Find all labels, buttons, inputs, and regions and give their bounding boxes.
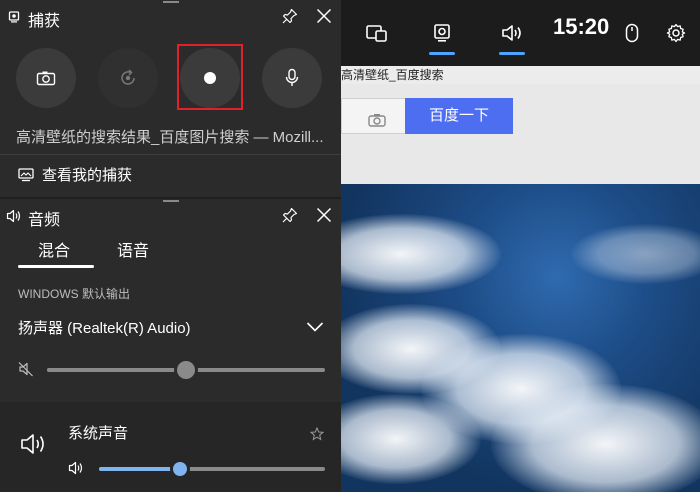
master-volume-slider[interactable] <box>47 361 325 379</box>
mouse-icon <box>625 23 639 43</box>
close-icon[interactable] <box>316 8 332 24</box>
pin-icon[interactable] <box>282 207 298 223</box>
active-indicator <box>429 52 455 55</box>
mouse-button[interactable] <box>607 0 657 66</box>
search-bar-row: 百度一下 <box>341 94 700 138</box>
settings-gear-icon <box>666 23 686 43</box>
baidu-search-button[interactable]: 百度一下 <box>405 98 513 134</box>
audio-widget-icon <box>502 25 521 41</box>
capture-widget-button[interactable] <box>417 0 467 66</box>
capture-widget: 捕获 高清壁纸的搜索结果_百度图片搜索 — Mozill... 查看我的捕获 <box>0 0 341 197</box>
app-volume-speaker-icon[interactable] <box>68 461 84 475</box>
muted-speaker-icon[interactable] <box>18 361 34 377</box>
divider <box>0 154 341 155</box>
app-volume-thumb[interactable] <box>173 462 188 476</box>
record-last-30s-icon <box>121 69 135 85</box>
microphone-button[interactable] <box>262 48 322 108</box>
system-sounds-speaker-icon <box>21 434 44 454</box>
audio-widget: 音频 混合 语音 WINDOWS 默认输出 扬声器 (Realtek(R) Au… <box>0 199 341 492</box>
capture-widget-title: 捕获 <box>28 13 61 30</box>
active-indicator <box>499 52 525 55</box>
master-volume-fill <box>47 368 186 372</box>
record-last-30s-button[interactable] <box>98 48 158 108</box>
screenshot-button[interactable] <box>16 48 76 108</box>
audio-widget-title: 音频 <box>28 212 61 229</box>
speaker-small-icon <box>6 209 21 223</box>
output-section-label: WINDOWS 默认输出 <box>18 287 130 301</box>
wallpaper-sky-image <box>341 184 700 492</box>
settings-button[interactable] <box>651 0 700 66</box>
star-favorite-icon[interactable] <box>310 427 324 441</box>
audio-widget-header[interactable]: 音频 <box>0 199 341 233</box>
app-name: 系统声音 <box>68 425 129 442</box>
close-icon[interactable] <box>316 207 332 223</box>
clock: 15:20 <box>553 14 610 39</box>
gallery-icon <box>18 167 34 181</box>
image-search-camera-icon[interactable] <box>368 113 386 127</box>
audio-widget-button[interactable] <box>487 0 537 66</box>
widget-menu-button[interactable] <box>351 0 401 66</box>
capture-widget-header[interactable]: 捕获 <box>0 0 341 34</box>
capture-widget-icon <box>434 24 450 42</box>
pin-icon[interactable] <box>282 8 298 24</box>
app-volume-slider[interactable] <box>99 462 325 476</box>
output-device-select[interactable]: 扬声器 (Realtek(R) Audio) <box>18 317 191 338</box>
browser-tab-title: 高清壁纸_百度搜索 <box>341 66 700 84</box>
search-input[interactable] <box>341 98 406 134</box>
view-my-captures-label: 查看我的捕获 <box>42 167 133 184</box>
screenshot-camera-icon <box>36 71 56 86</box>
microphone-icon <box>285 68 299 86</box>
app-volume-fill <box>99 467 181 471</box>
chevron-down-icon[interactable] <box>306 321 324 333</box>
view-my-captures-link[interactable]: 查看我的捕获 <box>18 164 132 185</box>
game-bar-topbar: 15:20 <box>341 0 700 66</box>
app-volume-row: 系统声音 <box>0 402 341 492</box>
tab-voice[interactable]: 语音 <box>117 237 149 261</box>
captured-window-title: 高清壁纸的搜索结果_百度图片搜索 — Mozill... <box>16 129 324 146</box>
capture-small-icon <box>8 11 20 23</box>
widget-menu-icon <box>366 25 387 42</box>
tab-selected-indicator <box>18 265 94 268</box>
tab-mix[interactable]: 混合 <box>38 237 70 261</box>
master-volume-thumb[interactable] <box>177 361 195 379</box>
record-button-highlight-box <box>177 44 243 110</box>
